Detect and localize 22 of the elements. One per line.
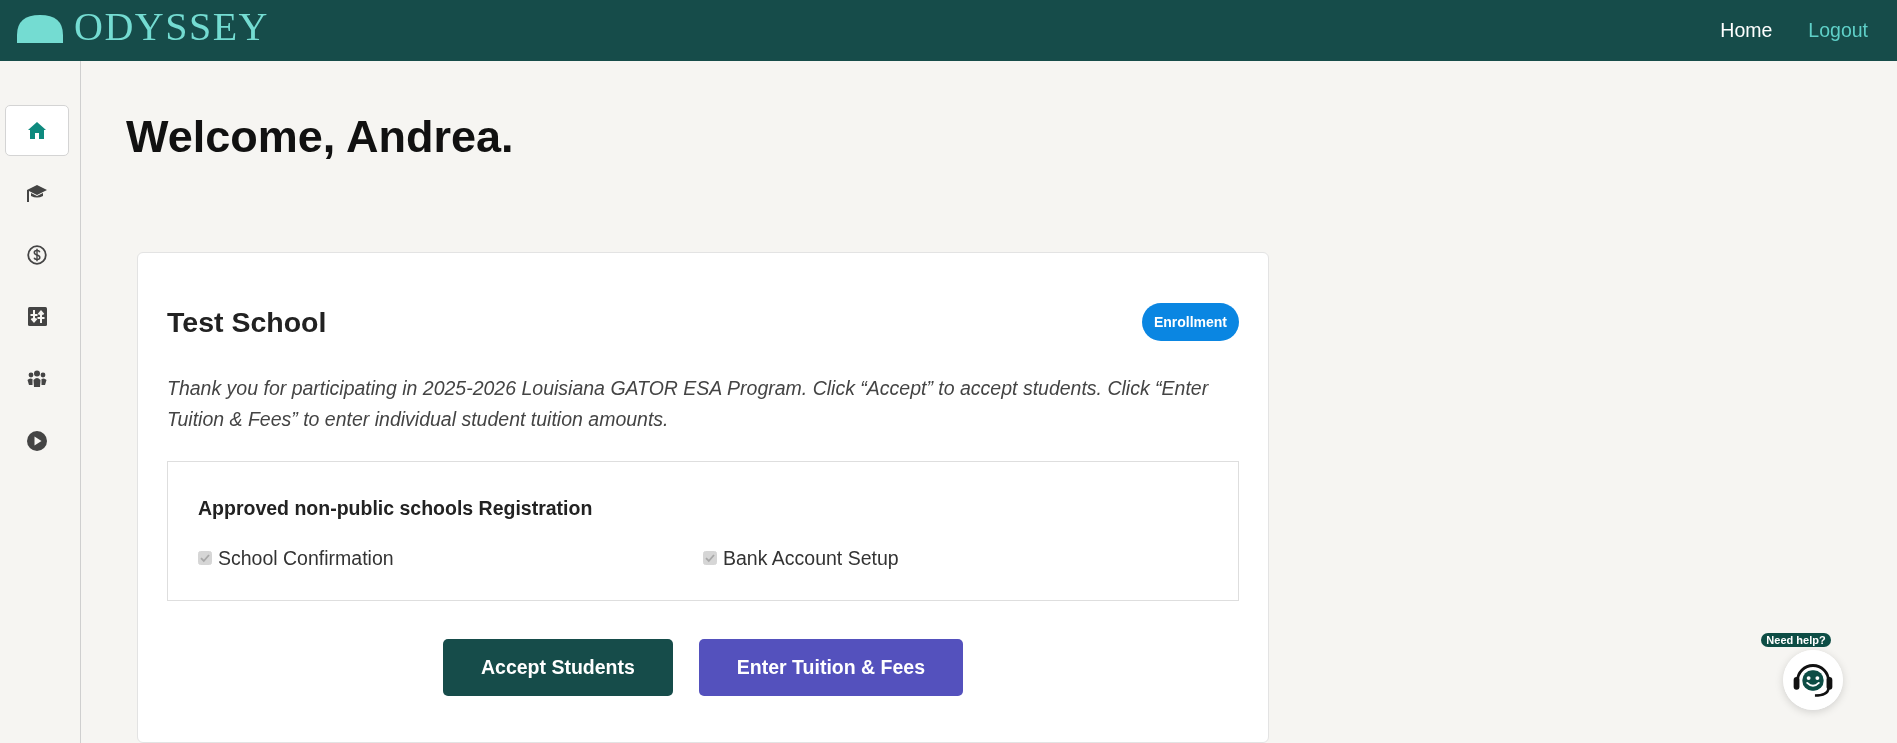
checkbox-label: Bank Account Setup [723, 546, 899, 570]
sidebar-item[interactable] [5, 105, 69, 156]
help-label[interactable]: Need help? [1761, 633, 1831, 647]
support-bot-icon[interactable] [1783, 650, 1843, 710]
graduation-cap-icon [26, 182, 48, 203]
checkbox-label: School Confirmation [218, 546, 394, 570]
instructions-text: Thank you for participating in 2025-2026 Louisiana GATOR ESA Program. Click “Accept” to accept students. Click “Enter Tuition & Fees” to enter individual student tuition amounts. [167, 376, 1210, 432]
sliders-icon [27, 307, 47, 326]
logo-text: ODYSSEY [74, 10, 269, 43]
people-icon [27, 369, 47, 388]
home-icon [27, 121, 47, 140]
dollar-icon [27, 244, 47, 265]
registration-title: Approved non-public schools Registration [198, 496, 594, 520]
welcome-heading: Welcome, Andrea. [126, 114, 514, 159]
nav-link[interactable]: Home [1720, 20, 1773, 41]
school-title: Test School [167, 307, 327, 337]
nav-link[interactable]: Logout [1808, 20, 1868, 41]
enrollment-badge: Enrollment [1141, 303, 1239, 341]
action-button[interactable]: Enter Tuition & Fees [698, 639, 963, 696]
action-button[interactable]: Accept Students [443, 639, 673, 696]
logo-icon [17, 14, 63, 43]
play-icon [27, 430, 47, 451]
